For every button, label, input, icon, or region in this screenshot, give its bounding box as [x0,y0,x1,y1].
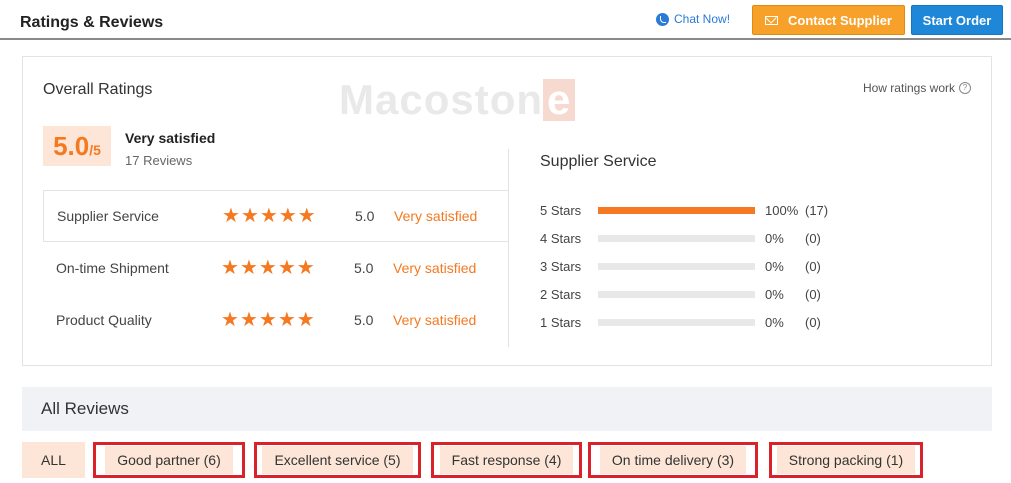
start-order-button[interactable]: Start Order [911,5,1003,35]
watermark-logo: Macostone [339,79,576,121]
rating-stars: ★ ★ ★ ★ ★ [221,310,315,330]
tag-excellent-service[interactable]: Excellent service (5) [254,442,421,478]
mail-icon [764,15,778,25]
reviews-header: Ratings & Reviews Chat Now! Contact Supp… [0,0,1011,40]
overall-score-badge: 5.0/5 [43,126,111,166]
section-title: Ratings & Reviews [20,14,164,31]
rating-score: 5.0 [354,312,374,328]
tag-label: On time delivery (3) [599,446,747,474]
star-icon: ★ [221,257,239,279]
overall-ratings-panel: Overall Ratings Macostone How ratings wo… [22,56,992,366]
star-icon: ★ [239,257,258,279]
distribution-percent: 0% [765,286,784,302]
distribution-label: 4 Stars [540,230,582,246]
tag-on-time-delivery[interactable]: On time delivery (3) [588,442,758,478]
tag-strong-packing[interactable]: Strong packing (1) [769,442,923,478]
rating-row-supplier-service[interactable]: Supplier Service ★ ★ ★ ★ ★ 5.0 Very satisfie… [43,190,508,242]
rating-row-label: On-time Shipment [56,260,169,276]
distribution-bar-fill [598,206,755,214]
tag-label: Strong packing (1) [776,446,916,474]
distribution-label: 5 Stars [540,202,582,218]
tag-label: ALL [41,452,66,468]
distribution-title: Supplier Service [540,153,657,170]
overall-score-max: /5 [89,142,101,158]
start-order-label: Start Order [922,12,992,28]
chat-icon [656,12,669,26]
distribution-count: (0) [805,230,821,246]
distribution-bar [598,206,755,214]
star-icon: ★ [277,309,296,331]
star-icon: ★ [258,257,277,279]
distribution-count: (0) [805,286,821,302]
distribution-count: (0) [805,258,821,274]
distribution-label: 1 Stars [540,314,582,330]
how-ratings-work-link[interactable]: How ratings work ? [863,81,971,95]
star-icon: ★ [297,205,316,227]
all-reviews-title: All Reviews [41,399,129,418]
overall-score-label: Very satisfied [125,130,216,146]
distribution-bar [598,262,755,270]
star-icon: ★ [221,309,239,331]
distribution-percent: 0% [765,314,784,330]
distribution-label: 3 Stars [540,258,582,274]
star-icon: ★ [240,205,259,227]
rating-stars: ★ ★ ★ ★ ★ [222,206,316,226]
distribution-label: 2 Stars [540,286,582,302]
tag-label: Fast response (4) [439,446,574,474]
reviews-count: 17 Reviews [125,153,193,168]
chat-now-link[interactable]: Chat Now! [656,12,730,26]
overall-ratings-title: Overall Ratings [43,81,153,98]
tag-label: Good partner (6) [105,446,233,474]
star-icon: ★ [277,257,296,279]
rating-text: Very satisfied [393,312,477,328]
overall-score: 5.0 [53,131,90,161]
distribution-bar [598,234,755,242]
rating-stars: ★ ★ ★ ★ ★ [221,258,315,278]
chat-now-label: Chat Now! [674,12,731,26]
tag-label: Excellent service (5) [262,446,413,474]
question-icon: ? [959,82,971,94]
tag-all[interactable]: ALL [22,442,85,478]
distribution-bar [598,318,755,326]
rating-text: Very satisfied [394,208,478,224]
rating-row-label: Product Quality [56,312,152,328]
distribution-count: (0) [805,314,821,330]
distribution-percent: 0% [765,258,784,274]
rating-score: 5.0 [354,260,374,276]
all-reviews-header: All Reviews [22,387,992,431]
tag-fast-response[interactable]: Fast response (4) [431,442,582,478]
distribution-bar [598,290,755,298]
rating-text: Very satisfied [393,260,477,276]
star-icon: ★ [222,205,240,227]
rating-row-product-quality[interactable]: Product Quality ★ ★ ★ ★ ★ 5.0 Very satisfied [43,294,508,346]
how-ratings-work-label: How ratings work [862,81,955,95]
tag-good-partner[interactable]: Good partner (6) [93,442,245,478]
star-icon: ★ [258,309,277,331]
contact-supplier-label: Contact Supplier [787,12,892,28]
star-icon: ★ [296,257,315,279]
rating-score: 5.0 [355,208,375,224]
rating-row-on-time-shipment[interactable]: On-time Shipment ★ ★ ★ ★ ★ 5.0 Very satisfie… [43,242,508,294]
contact-supplier-button[interactable]: Contact Supplier [752,5,905,35]
panel-divider [508,149,509,347]
distribution-percent: 0% [765,230,784,246]
distribution-percent: 100% [765,202,799,218]
star-icon: ★ [259,205,278,227]
star-icon: ★ [239,309,258,331]
star-icon: ★ [278,205,297,227]
rating-row-label: Supplier Service [57,208,159,224]
star-icon: ★ [296,309,315,331]
distribution-count: (17) [805,202,829,218]
